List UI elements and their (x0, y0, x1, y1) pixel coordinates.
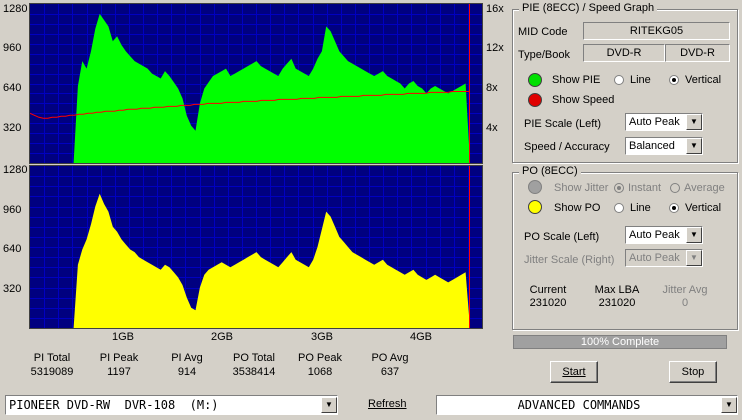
chevron-down-icon[interactable]: ▼ (686, 227, 702, 243)
pie-speed-chart (30, 4, 482, 163)
po-scale-label: PO Scale (Left) (524, 231, 600, 243)
mid-code-label: MID Code (518, 26, 568, 38)
speed-y-tick-8x: 8x (486, 82, 498, 94)
current-label: Current (529, 284, 567, 296)
pi-avg-value: 914 (177, 366, 197, 378)
pie-scale-value: Auto Peak (629, 116, 680, 128)
show-jitter-label: Show Jitter (554, 182, 609, 194)
speed-y-tick-4x: 4x (486, 122, 498, 134)
po-scale-value: Auto Peak (629, 229, 680, 241)
stop-button[interactable]: Stop (669, 361, 717, 383)
pie-line-label: Line (630, 74, 651, 86)
x-tick-1gb: 1GB (112, 331, 135, 343)
po-y-tick-320: 320 (3, 283, 22, 295)
po-peak-value: 1068 (307, 366, 333, 378)
x-tick-2gb: 2GB (211, 331, 234, 343)
refresh-label: Refresh (368, 398, 407, 410)
pie-speed-group-title: PIE (8ECC) / Speed Graph (519, 2, 658, 14)
po-group-title: PO (8ECC) (519, 165, 581, 177)
jitter-scale-value: Auto Peak (629, 252, 680, 264)
po-avg-label: PO Avg (371, 352, 409, 364)
pi-avg-label: PI Avg (171, 352, 203, 364)
po-y-tick-960: 960 (3, 204, 22, 216)
po-scale-select[interactable]: Auto Peak ▼ (625, 226, 703, 244)
po-avg-value: 637 (380, 366, 400, 378)
jitter-scale-select: Auto Peak ▼ (625, 249, 703, 267)
jitter-scale-label: Jitter Scale (Right) (524, 254, 615, 266)
jitter-avg-value: 0 (681, 297, 689, 309)
speed-accuracy-value: Balanced (629, 140, 675, 152)
pie-y-tick-960: 960 (3, 42, 22, 54)
jitter-average-label: Average (684, 182, 725, 194)
max-lba-label: Max LBA (594, 284, 640, 296)
x-tick-3gb: 3GB (311, 331, 334, 343)
pi-peak-label: PI Peak (99, 352, 139, 364)
pie-color-swatch[interactable] (528, 73, 542, 87)
drive-select-value: PIONEER DVD-RW DVR-108 (M:) (9, 398, 219, 412)
pie-y-tick-640: 640 (3, 82, 22, 94)
x-tick-4gb: 4GB (410, 331, 433, 343)
speed-accuracy-label: Speed / Accuracy (524, 141, 610, 153)
refresh-link[interactable]: Refresh (368, 398, 407, 410)
pi-peak-value: 1197 (107, 366, 131, 378)
po-color-swatch[interactable] (528, 200, 542, 214)
po-y-tick-640: 640 (3, 243, 22, 255)
advanced-commands-select[interactable]: ADVANCED COMMANDS ▼ (436, 395, 738, 415)
po-vertical-radio[interactable] (669, 203, 679, 213)
jitter-instant-radio (614, 183, 624, 193)
speed-y-tick-12x: 12x (486, 42, 504, 54)
po-peak-label: PO Peak (297, 352, 343, 364)
type-field: DVD-R (583, 44, 665, 62)
chevron-down-icon[interactable]: ▼ (321, 397, 337, 413)
stop-button-label: Stop (681, 366, 705, 378)
progress-text: 100% Complete (580, 336, 660, 348)
po-line-radio[interactable] (614, 203, 624, 213)
show-speed-label: Show Speed (552, 94, 615, 106)
jitter-color-swatch (528, 180, 542, 194)
chevron-down-icon[interactable]: ▼ (686, 138, 702, 154)
jitter-average-radio (670, 183, 680, 193)
pie-scale-label: PIE Scale (Left) (524, 118, 602, 130)
po-total-label: PO Total (233, 352, 275, 364)
start-button-label: Start (562, 366, 586, 378)
pie-speed-graph (29, 3, 483, 164)
po-total-value: 3538414 (232, 366, 276, 378)
pi-total-value: 5319089 (30, 366, 74, 378)
jitter-instant-label: Instant (628, 182, 662, 194)
jitter-avg-label: Jitter Avg (662, 284, 708, 296)
start-button[interactable]: Start (550, 361, 598, 383)
drive-select[interactable]: PIONEER DVD-RW DVR-108 (M:) ▼ (5, 395, 338, 415)
pie-vertical-label: Vertical (685, 74, 722, 86)
pi-total-label: PI Total (33, 352, 71, 364)
po-chart (30, 166, 482, 328)
po-y-tick-1280: 1280 (3, 164, 28, 176)
po-vertical-label: Vertical (685, 202, 722, 214)
book-field: DVD-R (665, 44, 730, 62)
pie-y-tick-1280: 1280 (3, 3, 28, 15)
po-line-label: Line (630, 202, 651, 214)
pie-vertical-radio[interactable] (669, 75, 679, 85)
chevron-down-icon: ▼ (686, 250, 702, 266)
po-graph (29, 165, 483, 329)
show-pie-label: Show PIE (552, 74, 601, 86)
advanced-commands-value: ADVANCED COMMANDS (517, 398, 641, 412)
max-lba-value: 231020 (598, 297, 636, 309)
pie-line-radio[interactable] (614, 75, 624, 85)
mid-code-field: RITEKG05 (583, 22, 730, 40)
progress-bar: 100% Complete (513, 335, 727, 349)
current-value: 231020 (529, 297, 567, 309)
chevron-down-icon[interactable]: ▼ (721, 397, 737, 413)
chevron-down-icon[interactable]: ▼ (686, 114, 702, 130)
speed-accuracy-select[interactable]: Balanced ▼ (625, 137, 703, 155)
pie-scale-select[interactable]: Auto Peak ▼ (625, 113, 703, 131)
speed-color-swatch[interactable] (528, 93, 542, 107)
speed-y-tick-16x: 16x (486, 3, 504, 15)
show-po-label: Show PO (554, 202, 601, 214)
pie-y-tick-320: 320 (3, 122, 22, 134)
type-book-label: Type/Book (518, 49, 570, 61)
